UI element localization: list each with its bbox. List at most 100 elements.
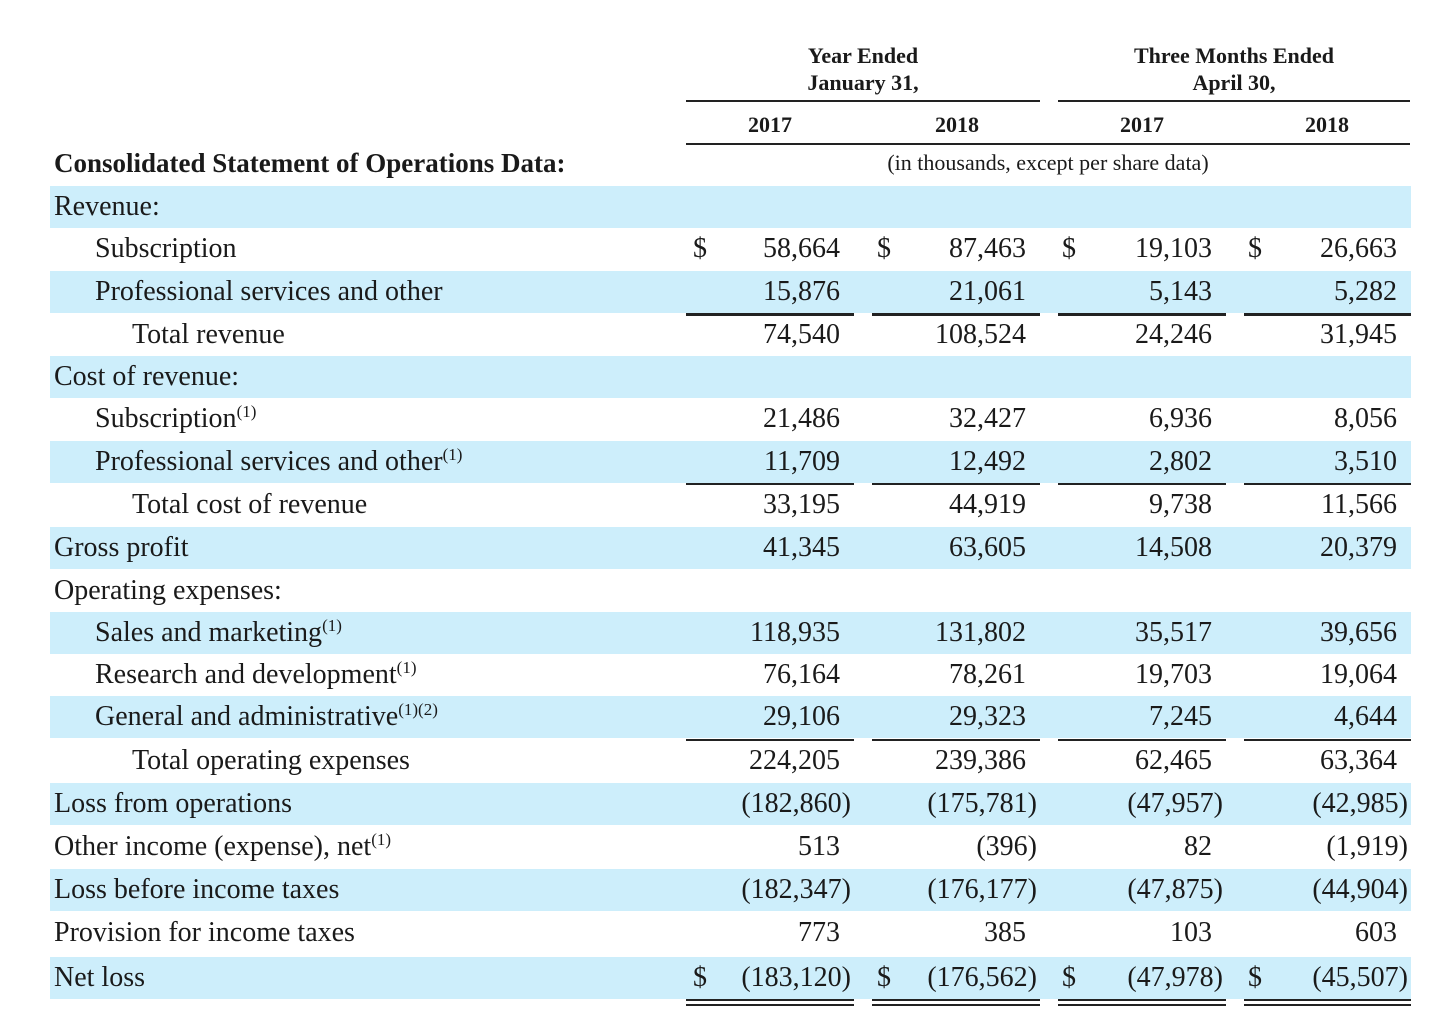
value-cell: 82 <box>1184 831 1212 862</box>
row-label: Total operating expenses <box>132 740 410 782</box>
value-cell: 31,945 <box>1320 319 1397 350</box>
footnote-marker: (1) <box>442 445 463 464</box>
subtotal-underline <box>1244 313 1411 315</box>
value-cell: 63,605 <box>949 532 1026 563</box>
value-cell: 7,245 <box>1149 701 1212 732</box>
value-cell: 14,508 <box>1135 532 1212 563</box>
table-row-professional-services-cost: Professional services and other(1) 11,709… <box>50 441 1411 483</box>
value-cell: 21,061 <box>949 276 1026 307</box>
row-label-text: Provision for income taxes <box>54 917 355 948</box>
row-label: Total cost of revenue <box>132 484 367 526</box>
double-underline <box>1244 999 1411 1006</box>
value-cell: 24,246 <box>1135 319 1212 350</box>
value-cell: 44,919 <box>949 489 1026 520</box>
footnote-marker: (1) <box>236 402 257 421</box>
table-row-provision-for-income-taxes: Provision for income taxes 773 385 103 603 <box>50 912 1411 954</box>
value-cell: (47,978) <box>1127 962 1223 993</box>
row-label: Sales and marketing(1) <box>95 612 342 654</box>
table-row-research-and-development: Research and development(1) 76,164 78,261 1… <box>50 654 1411 696</box>
row-label-text: Total operating expenses <box>132 745 410 776</box>
subtotal-underline <box>1244 483 1411 485</box>
table-row-net-loss: Net loss $ (183,120) $ (176,562) $ (47,978) $ (4… <box>50 957 1411 999</box>
table-row-revenue-header: Revenue: <box>50 186 1411 228</box>
value-cell: 3,510 <box>1334 446 1397 477</box>
table-row-gross-profit: Gross profit 41,345 63,605 14,508 20,379 <box>50 527 1411 569</box>
value-cell: 76,164 <box>763 659 840 690</box>
footnote-marker: (1) <box>371 830 392 849</box>
row-label: Gross profit <box>54 527 189 569</box>
value-cell: (396) <box>976 831 1037 862</box>
subtotal-underline <box>686 483 854 485</box>
value-cell: 6,936 <box>1149 403 1212 434</box>
table-row-sales-and-marketing: Sales and marketing(1) 118,935 131,802 35,5… <box>50 612 1411 654</box>
row-label-text: Subscription <box>95 403 237 434</box>
value-cell: 19,064 <box>1320 659 1397 690</box>
table-row-other-income-expense: Other income (expense), net(1) 513 (396) 82… <box>50 826 1411 868</box>
subtotal-underline <box>1058 483 1226 485</box>
value-cell: 19,703 <box>1135 659 1212 690</box>
value-cell: 385 <box>984 917 1026 948</box>
value-cell: 11,566 <box>1321 489 1397 520</box>
value-cell: 103 <box>1170 917 1212 948</box>
year-header: 2017 <box>1120 112 1164 137</box>
row-label: Subscription(1) <box>95 398 256 440</box>
double-underline <box>1058 999 1226 1006</box>
value-cell: 108,524 <box>935 319 1026 350</box>
value-cell: 224,205 <box>749 745 840 776</box>
value-cell: (47,875) <box>1127 874 1223 905</box>
value-cell: (175,781) <box>927 788 1037 819</box>
value-cell: 5,282 <box>1334 276 1397 307</box>
value-cell: 74,540 <box>763 319 840 350</box>
row-label-text: Loss before income taxes <box>54 874 340 905</box>
header-three-months-ended: Three Months Ended April 30, <box>1058 42 1410 96</box>
value-cell: (176,177) <box>927 874 1037 905</box>
header-three-months-line1: Three Months Ended <box>1133 43 1335 68</box>
dollar-sign: $ <box>877 233 891 264</box>
value-cell: 8,056 <box>1334 403 1397 434</box>
subtotal-underline <box>872 483 1040 485</box>
row-label: Provision for income taxes <box>54 912 355 954</box>
row-label: Loss before income taxes <box>54 869 339 911</box>
table-row-operating-expenses-header: Operating expenses: <box>50 570 1411 612</box>
header-year-ended-line1: Year Ended <box>807 43 919 68</box>
year-header: 2018 <box>935 112 979 137</box>
subtotal-underline <box>1058 739 1226 741</box>
subtotal-underline <box>1244 739 1411 741</box>
value-cell: 63,364 <box>1320 745 1397 776</box>
value-cell: 62,465 <box>1135 745 1212 776</box>
value-cell: 2,802 <box>1149 446 1212 477</box>
row-label-text: Revenue: <box>54 191 160 222</box>
double-underline <box>686 999 854 1006</box>
value-cell: 35,517 <box>1135 617 1212 648</box>
value-cell: (44,904) <box>1312 874 1408 905</box>
value-cell: 32,427 <box>949 403 1026 434</box>
year-header: 2018 <box>1305 112 1349 137</box>
row-label: Research and development(1) <box>95 654 416 696</box>
table-row-general-and-administrative: General and administrative(1)(2) 29,106 29… <box>50 696 1411 738</box>
row-label: Other income (expense), net(1) <box>54 826 391 868</box>
dollar-sign: $ <box>1248 233 1262 264</box>
value-cell: 58,664 <box>763 233 840 264</box>
value-cell: 87,463 <box>949 233 1026 264</box>
footnote-marker: (1) <box>322 616 342 635</box>
row-label-text: Cost of revenue: <box>54 361 240 392</box>
table-row-loss-before-income-taxes: Loss before income taxes (182,347) (176,17… <box>50 869 1411 911</box>
value-cell: 5,143 <box>1149 276 1212 307</box>
value-cell: 19,103 <box>1135 233 1212 264</box>
row-label-text: Research and development <box>95 659 397 690</box>
table-row-total-operating-expenses: Total operating expenses 224,205 239,386 62… <box>50 740 1411 782</box>
row-label-text: Sales and marketing <box>95 617 323 648</box>
value-cell: 26,663 <box>1320 233 1397 264</box>
year-header: 2017 <box>748 112 792 137</box>
value-cell: 603 <box>1355 917 1397 948</box>
row-label-text: Other income (expense), net <box>54 831 372 862</box>
row-label-text: Operating expenses: <box>54 575 282 606</box>
dollar-sign: $ <box>693 962 707 993</box>
table-row-loss-from-operations: Loss from operations (182,860) (175,781) (4… <box>50 783 1411 825</box>
subtotal-underline <box>872 313 1040 315</box>
header-rule-three-months <box>1058 100 1410 102</box>
value-cell: 15,876 <box>763 276 840 307</box>
row-label-text: General and administrative <box>95 701 399 732</box>
row-label: Loss from operations <box>54 783 292 825</box>
subtotal-underline <box>1058 313 1226 315</box>
